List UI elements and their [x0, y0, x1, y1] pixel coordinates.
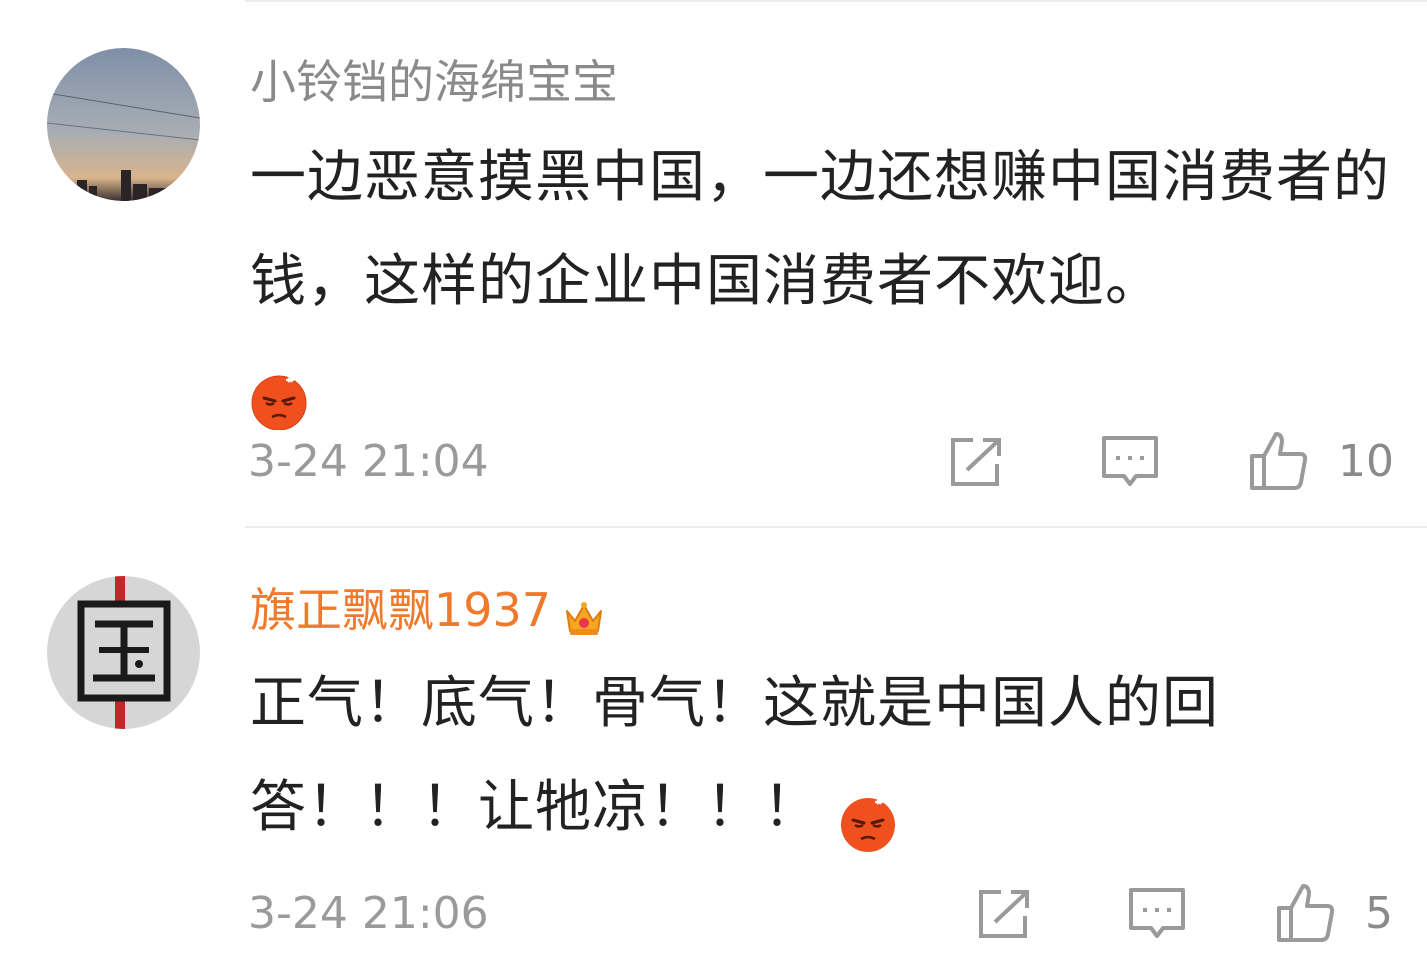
username-text: 旗正飘飘1937	[250, 583, 552, 637]
like-icon	[1277, 884, 1335, 942]
like-count: 10	[1338, 436, 1394, 487]
comment-icon	[1129, 888, 1185, 938]
angry-face-emoji	[250, 360, 308, 431]
comment-body: 正气！底气！骨气！这就是中国人的回答！！！让牠凉！！！	[250, 671, 1219, 840]
avatar[interactable]	[47, 48, 200, 201]
like-count: 5	[1365, 888, 1393, 939]
username[interactable]: 小铃铛的海绵宝宝	[250, 52, 618, 112]
like-button[interactable]	[1248, 430, 1308, 490]
like-button[interactable]	[1275, 882, 1335, 942]
angry-face-emoji	[839, 782, 897, 852]
share-button[interactable]	[975, 884, 1035, 944]
comment-divider	[245, 526, 1427, 528]
comment-icon	[1102, 436, 1158, 486]
comment-text: 正气！底气！骨气！这就是中国人的回答！！！让牠凉！！！	[250, 652, 1400, 860]
avatar[interactable]	[47, 576, 200, 729]
reply-button[interactable]	[1127, 884, 1187, 944]
like-icon	[1250, 432, 1308, 490]
timestamp: 3-24 21:04	[248, 436, 489, 487]
comment-text: 一边恶意摸黑中国，一边还想赚中国消费者的钱，这样的企业中国消费者不欢迎。	[250, 126, 1400, 438]
crown-icon	[563, 593, 605, 635]
username[interactable]: 旗正飘飘1937	[250, 580, 605, 640]
reply-button[interactable]	[1100, 432, 1160, 492]
timestamp: 3-24 21:06	[248, 888, 489, 939]
comment-list: 小铃铛的海绵宝宝 一边恶意摸黑中国，一边还想赚中国消费者的钱，这样的企业中国消费…	[0, 0, 1427, 970]
share-button[interactable]	[947, 432, 1007, 492]
comment-body: 一边恶意摸黑中国，一边还想赚中国消费者的钱，这样的企业中国消费者不欢迎。	[250, 145, 1390, 314]
share-icon	[951, 438, 1001, 486]
share-icon	[979, 890, 1029, 938]
top-divider	[245, 0, 1427, 2]
